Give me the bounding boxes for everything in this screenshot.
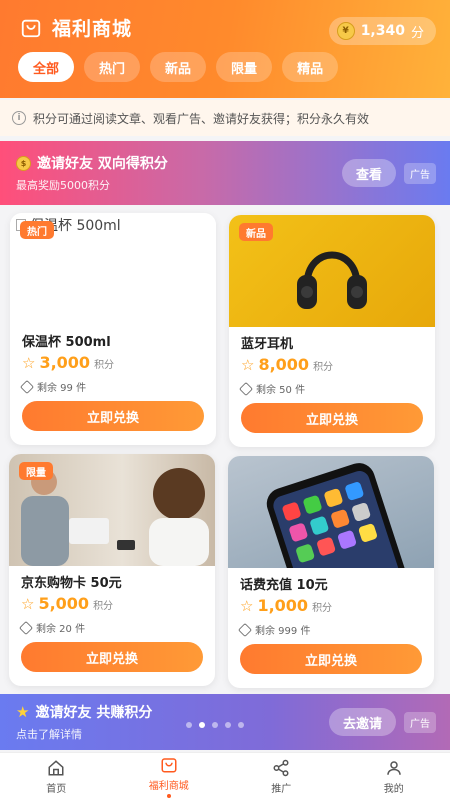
product-name: 京东购物卡 50元 <box>21 576 122 591</box>
category-tabs: 全部 热门 新品 限量 精品 <box>18 52 339 82</box>
product-image <box>228 456 434 633</box>
carousel-dot[interactable] <box>186 722 192 728</box>
price-value: 8,000 <box>258 355 310 374</box>
stock-text: 剩余 99 件 <box>37 383 87 394</box>
nav-label: 首页 <box>46 783 67 795</box>
product-price: ☆ 5,000 积分 <box>21 594 113 613</box>
product-name: 话费充值 10元 <box>240 578 328 593</box>
title-row: 福利商城 <box>20 14 132 41</box>
product-tag: 热门 <box>20 221 54 239</box>
banner-text: ★ 邀请好友 共赚积分 点击了解详情 <box>16 702 329 742</box>
page-title: 福利商城 <box>52 18 133 40</box>
invite-banner-top[interactable]: $ 邀请好友 双向得积分 最高奖励5000积分 查看 广告 <box>0 141 450 205</box>
stock-text: 剩余 999 件 <box>255 626 311 637</box>
star-icon: ☆ <box>241 356 255 374</box>
nav-label: 福利商城 <box>148 780 189 792</box>
smartphone-image <box>266 463 412 633</box>
bottom-nav: 首页 福利商城 推广 我的 <box>0 752 450 800</box>
points-value: 1,340 <box>360 23 405 39</box>
stock-text: 剩余 20 件 <box>36 624 86 635</box>
product-stock: 剩余 99 件 <box>19 379 87 394</box>
shop-bag-icon <box>161 757 177 772</box>
tab-limited[interactable]: 限量 <box>216 52 273 82</box>
price-value: 1,000 <box>257 596 309 615</box>
product-price: ☆ 1,000 积分 <box>240 596 332 615</box>
product-card[interactable]: 新品 蓝牙耳机 ☆ 8,000 积分 剩余 50 件 立即兑换 <box>229 215 435 447</box>
banner-subtitle: 点击了解详情 <box>16 728 82 741</box>
redeem-button[interactable]: 立即兑换 <box>240 644 422 674</box>
home-icon <box>48 759 64 775</box>
redeem-button[interactable]: 立即兑换 <box>241 403 423 433</box>
carousel-dot[interactable] <box>225 722 231 728</box>
tag-icon <box>19 379 35 394</box>
price-unit: 积分 <box>312 603 333 614</box>
product-card[interactable]: 保温杯 500ml 热门 保温杯 500ml ☆ 3,000 积分 剩余 99 … <box>10 213 216 445</box>
product-stock: 剩余 50 件 <box>238 381 306 396</box>
carousel-dot[interactable] <box>238 722 244 728</box>
notice-bar: i 积分可通过阅读文章、观看广告、邀请好友获得；积分永久有效 <box>0 100 450 136</box>
money-bag-icon: $ <box>16 155 31 171</box>
nav-shop[interactable]: 福利商城 <box>113 753 226 800</box>
product-card[interactable]: 话费充值 10元 ☆ 1,000 积分 剩余 999 件 立即兑换 <box>228 456 434 688</box>
redeem-button[interactable]: 立即兑换 <box>21 642 203 672</box>
ad-tag: 广告 <box>404 711 436 733</box>
star-icon: ☆ <box>22 354 36 372</box>
price-value: 5,000 <box>38 594 90 613</box>
ad-tag: 广告 <box>404 162 436 184</box>
banner-title: $ 邀请好友 双向得积分 <box>16 153 342 173</box>
product-price: ☆ 3,000 积分 <box>22 353 114 372</box>
product-stock: 剩余 999 件 <box>237 622 311 637</box>
nav-profile[interactable]: 我的 <box>338 753 450 800</box>
points-balance[interactable]: ¥ 1,340 分 <box>328 17 436 45</box>
banner-title: ★ 邀请好友 共赚积分 <box>16 702 329 722</box>
view-button[interactable]: 查看 <box>341 159 396 187</box>
tab-hot[interactable]: 热门 <box>84 52 141 82</box>
info-icon: i <box>12 111 26 125</box>
tag-icon <box>238 381 254 396</box>
star-icon: ☆ <box>240 597 254 615</box>
invite-button[interactable]: 去邀请 <box>328 708 396 736</box>
banner-title-text: 邀请好友 双向得积分 <box>37 156 168 172</box>
product-tag: 新品 <box>239 223 273 241</box>
product-tag: 限量 <box>19 462 53 480</box>
nav-label: 推广 <box>271 783 292 795</box>
active-indicator <box>166 793 171 798</box>
product-name: 保温杯 500ml <box>22 335 111 350</box>
coin-icon: ¥ <box>336 22 355 40</box>
tab-all[interactable]: 全部 <box>18 52 75 82</box>
product-name: 蓝牙耳机 <box>241 337 294 352</box>
share-icon <box>273 759 289 776</box>
tag-icon <box>18 620 34 635</box>
carousel-dots <box>186 722 244 728</box>
price-unit: 积分 <box>313 362 334 373</box>
banner-text: $ 邀请好友 双向得积分 最高奖励5000积分 <box>16 153 342 193</box>
carousel-dot[interactable] <box>212 722 218 728</box>
redeem-button[interactable]: 立即兑换 <box>22 401 204 431</box>
price-value: 3,000 <box>39 353 91 372</box>
price-unit: 积分 <box>93 601 114 612</box>
nav-promote[interactable]: 推广 <box>225 753 338 800</box>
price-unit: 积分 <box>94 360 115 371</box>
nav-label: 我的 <box>383 783 404 795</box>
user-icon <box>387 760 401 775</box>
notice-text: 积分可通过阅读文章、观看广告、邀请好友获得；积分永久有效 <box>33 111 370 126</box>
invite-banner-bottom[interactable]: ★ 邀请好友 共赚积分 点击了解详情 去邀请 广告 <box>0 694 450 750</box>
header: 福利商城 ¥ 1,340 分 全部 热门 新品 限量 精品 <box>0 0 450 98</box>
product-price: ☆ 8,000 积分 <box>241 355 333 374</box>
banner-subtitle: 最高奖励5000积分 <box>16 179 110 192</box>
tab-new[interactable]: 新品 <box>150 52 207 82</box>
tab-premium[interactable]: 精品 <box>282 52 339 82</box>
star-icon: ☆ <box>21 595 35 613</box>
banner-title-text: 邀请好友 共赚积分 <box>35 705 153 721</box>
product-stock: 剩余 20 件 <box>18 620 86 635</box>
product-card[interactable]: 限量 京东购物卡 50元 ☆ 5,000 积分 剩余 20 件 立即兑换 <box>9 454 215 686</box>
stock-text: 剩余 50 件 <box>256 385 306 396</box>
nav-home[interactable]: 首页 <box>0 753 113 800</box>
star-icon: ★ <box>16 703 30 721</box>
points-unit: 分 <box>410 25 424 41</box>
carousel-dot-active[interactable] <box>199 722 205 728</box>
shop-bag-icon <box>21 19 41 37</box>
tag-icon <box>237 622 253 637</box>
